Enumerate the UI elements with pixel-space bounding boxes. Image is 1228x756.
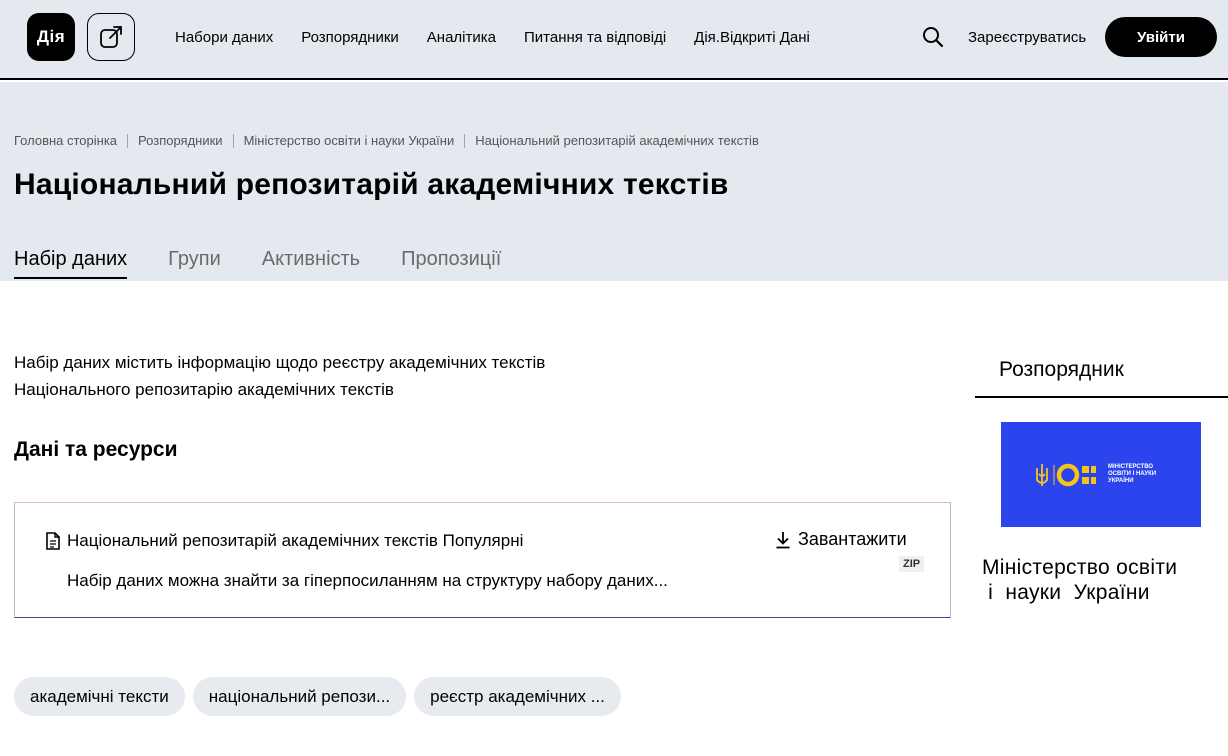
search-icon — [923, 27, 944, 48]
register-link[interactable]: Зареєструватись — [968, 29, 1086, 46]
breadcrumb-home[interactable]: Головна сторінка — [14, 133, 117, 148]
tag-chip[interactable]: академічні тексти — [14, 677, 185, 716]
dia-logo[interactable]: Дія — [27, 13, 75, 61]
download-icon — [776, 531, 790, 548]
tag-chip[interactable]: реєстр академічних ... — [414, 677, 621, 716]
nav-dia-open-data[interactable]: Дія.Відкриті Дані — [694, 29, 810, 46]
publisher-name[interactable]: Міністерство освіти і науки України — [982, 555, 1228, 605]
resource-card[interactable]: Національний репозитарій академічних тек… — [14, 502, 951, 618]
login-button[interactable]: Увійти — [1105, 17, 1217, 57]
resources-heading: Дані та ресурси — [14, 438, 178, 461]
dataset-description: Набір даних містить інформацію щодо реєс… — [14, 349, 674, 403]
top-navigation-bar: Дія Набори даних Розпорядники Аналітика … — [0, 0, 1228, 80]
description-line: Набір даних містить інформацію щодо реєс… — [14, 353, 546, 372]
trident-emblem-icon — [1036, 463, 1096, 486]
breadcrumb-publishers[interactable]: Розпорядники — [138, 133, 223, 148]
publisher-name-line: і науки України — [982, 581, 1150, 604]
nav-faq[interactable]: Питання та відповіді — [524, 29, 666, 46]
nav-datasets[interactable]: Набори даних — [175, 29, 273, 46]
ministry-logo[interactable]: МІНІСТЕРСТВО ОСВІТИ І НАУКИ УКРАЇНИ — [1001, 422, 1201, 527]
description-line: Національного репозитарію академічних те… — [14, 380, 394, 399]
breadcrumb: Головна сторінка Розпорядники Міністерст… — [14, 133, 759, 148]
download-button[interactable]: Завантажити — [775, 529, 907, 550]
breadcrumb-separator — [127, 133, 129, 148]
breadcrumb-separator — [464, 133, 466, 148]
breadcrumb-current: Національний репозитарій академічних тек… — [475, 133, 759, 148]
ministry-logo-content: МІНІСТЕРСТВО ОСВІТИ І НАУКИ УКРАЇНИ — [1032, 460, 1170, 490]
publisher-name-line: Міністерство освіти — [982, 556, 1178, 579]
page-hero: Головна сторінка Розпорядники Міністерст… — [0, 82, 1228, 281]
external-link-icon — [100, 26, 122, 48]
tab-groups[interactable]: Групи — [168, 248, 221, 279]
tag-list: академічні тексти національний репози...… — [14, 677, 629, 716]
tag-chip[interactable]: національний репози... — [192, 677, 407, 716]
breadcrumb-ministry[interactable]: Міністерство освіти і науки України — [244, 133, 455, 148]
nav-publishers[interactable]: Розпорядники — [301, 29, 399, 46]
tab-proposals[interactable]: Пропозиції — [401, 248, 501, 279]
search-button[interactable] — [921, 25, 945, 49]
publisher-heading: Розпорядник — [999, 358, 1124, 381]
open-data-logo-icon[interactable] — [87, 13, 135, 61]
tab-dataset[interactable]: Набір даних — [14, 248, 128, 279]
format-badge: ZIP — [899, 556, 925, 572]
tab-activity[interactable]: Активність — [262, 248, 360, 279]
main-nav: Набори даних Розпорядники Аналітика Пита… — [175, 29, 838, 46]
publisher-divider — [975, 396, 1228, 398]
resource-description: Набір даних можна знайти за гіперпосилан… — [67, 571, 668, 590]
nav-analytics[interactable]: Аналітика — [427, 29, 496, 46]
download-label: Завантажити — [798, 529, 907, 549]
resource-title[interactable]: Національний репозитарій академічних тек… — [67, 531, 523, 551]
page-title: Національний репозитарій академічних тек… — [14, 168, 729, 201]
breadcrumb-separator — [232, 133, 234, 148]
document-icon — [46, 532, 60, 550]
tabs: Набір даних Групи Активність Пропозиції — [14, 248, 542, 279]
ministry-logo-text: МІНІСТЕРСТВО ОСВІТИ І НАУКИ УКРАЇНИ — [1108, 464, 1157, 484]
